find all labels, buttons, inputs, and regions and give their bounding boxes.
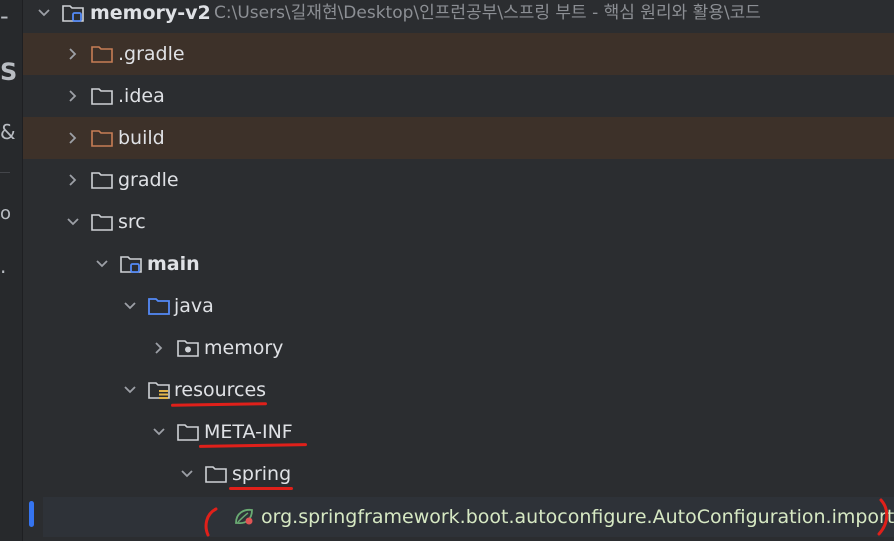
tree-label: gradle (118, 169, 179, 191)
resources-folder-icon (147, 378, 171, 402)
tree-row-gradle-hidden[interactable]: .gradle (23, 33, 894, 75)
folder-icon (176, 420, 200, 444)
folder-icon (90, 42, 114, 66)
chevron-down-icon[interactable] (37, 0, 51, 34)
module-folder-icon (61, 1, 85, 25)
tree-row-spring[interactable]: spring (23, 453, 894, 495)
annotation-paren-right (877, 498, 889, 536)
spring-config-icon (232, 505, 256, 529)
tree-row-java[interactable]: java (23, 285, 894, 327)
tree-row-imports-file[interactable]: org.springframework.boot.autoconfigure.A… (43, 497, 894, 537)
tree-row-idea[interactable]: .idea (23, 75, 894, 117)
toolbar-glyph-4[interactable]: o (0, 200, 11, 228)
chevron-right-icon[interactable] (66, 75, 80, 117)
tree-label: java (174, 295, 214, 317)
tree-label: main (147, 253, 200, 275)
toolbar-glyph-1[interactable]: - (0, 2, 9, 30)
project-tree: memory-v2 C:\Users\길재현\Desktop\인프런공부\스프링… (23, 0, 894, 541)
source-folder-icon (147, 294, 171, 318)
tree-row-main[interactable]: main (23, 243, 894, 285)
tree-row-project-root[interactable]: memory-v2 C:\Users\길재현\Desktop\인프런공부\스프링… (23, 0, 894, 34)
tree-row-meta-inf[interactable]: META-INF (23, 411, 894, 453)
annotation-paren-left (204, 507, 218, 537)
chevron-down-icon[interactable] (95, 243, 109, 285)
folder-icon (90, 168, 114, 192)
chevron-right-icon[interactable] (66, 159, 80, 201)
tree-row-src[interactable]: src (23, 201, 894, 243)
tree-label: src (118, 211, 146, 233)
chevron-down-icon[interactable] (180, 453, 194, 495)
module-folder-icon (119, 252, 143, 276)
package-icon (176, 336, 200, 360)
chevron-down-icon[interactable] (123, 369, 137, 411)
chevron-down-icon[interactable] (123, 285, 137, 327)
tree-label: build (118, 127, 165, 149)
toolbar-glyph-3[interactable]: & (0, 118, 16, 146)
project-path: C:\Users\길재현\Desktop\인프런공부\스프링 부트 - 핵심 원… (214, 3, 761, 23)
tree-row-resources[interactable]: resources (23, 369, 894, 411)
chevron-right-icon[interactable] (66, 33, 80, 75)
chevron-down-icon[interactable] (66, 201, 80, 243)
folder-icon (90, 210, 114, 234)
annotation-underline-spring (229, 487, 293, 490)
folder-icon (90, 126, 114, 150)
tree-row-memory[interactable]: memory (23, 327, 894, 369)
tree-row-gradle[interactable]: gradle (23, 159, 894, 201)
toolbar-glyph-5[interactable]: . (0, 252, 6, 280)
tool-window-strip: - S & o . (0, 0, 23, 541)
chevron-right-icon[interactable] (152, 327, 166, 369)
tree-label: .idea (118, 85, 165, 107)
tree-label: .gradle (118, 43, 185, 65)
tree-label: org.springframework.boot.autoconfigure.A… (261, 506, 894, 528)
folder-icon (90, 84, 114, 108)
chevron-down-icon[interactable] (152, 411, 166, 453)
tree-row-build[interactable]: build (23, 117, 894, 159)
toolbar-glyph-2[interactable]: S (0, 58, 17, 86)
folder-icon (204, 462, 228, 486)
toolbar-separator (0, 172, 10, 173)
chevron-right-icon[interactable] (66, 117, 80, 159)
project-name: memory-v2 (90, 2, 211, 24)
tree-label: memory (204, 337, 284, 359)
